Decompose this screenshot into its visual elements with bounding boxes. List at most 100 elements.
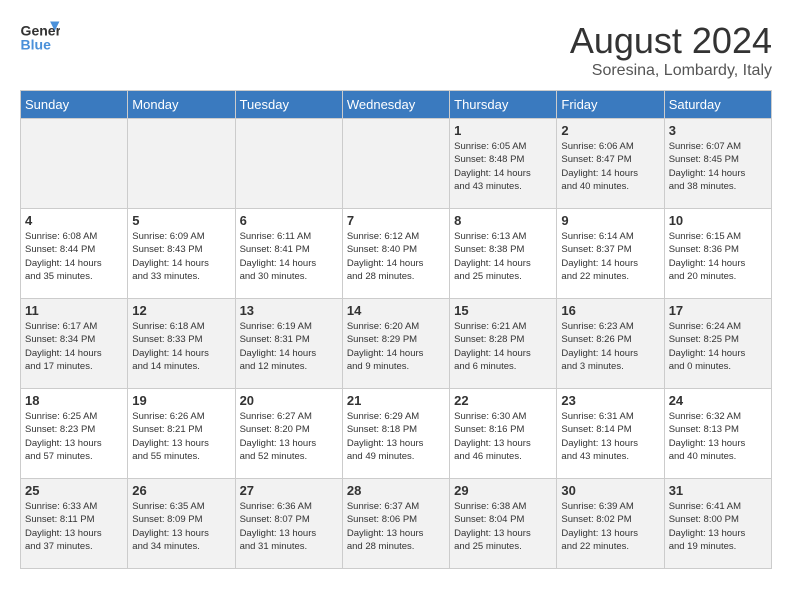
day-number: 20 bbox=[240, 393, 338, 408]
calendar-cell: 17Sunrise: 6:24 AM Sunset: 8:25 PM Dayli… bbox=[664, 299, 771, 389]
calendar-cell: 28 Sunrise: 6:37 AM Sunset: 8:06 PM Dayli… bbox=[342, 479, 449, 569]
day-number: 31 bbox=[669, 483, 767, 498]
day-number: 19 bbox=[132, 393, 230, 408]
day-number: 1 bbox=[454, 123, 552, 138]
day-info: Sunrise: 6:35 AM Sunset: 8:09 PM Dayligh… bbox=[132, 500, 230, 553]
weekday-header-wednesday: Wednesday bbox=[342, 91, 449, 119]
day-info: Sunrise: 6:41 AM Sunset: 8:00 PM Dayligh… bbox=[669, 500, 767, 553]
day-info: Sunrise: 6:06 AM Sunset: 8:47 PM Dayligh… bbox=[561, 140, 659, 193]
day-number: 7 bbox=[347, 213, 445, 228]
calendar-cell: 29 Sunrise: 6:38 AM Sunset: 8:04 PM Dayli… bbox=[450, 479, 557, 569]
calendar-cell: 31 Sunrise: 6:41 AM Sunset: 8:00 PM Dayli… bbox=[664, 479, 771, 569]
calendar-cell: 25Sunrise: 6:33 AM Sunset: 8:11 PM Dayli… bbox=[21, 479, 128, 569]
calendar-week-row: 18 Sunrise: 6:25 AM Sunset: 8:23 PM Dayli… bbox=[21, 389, 772, 479]
day-info: Sunrise: 6:20 AM Sunset: 8:29 PM Dayligh… bbox=[347, 320, 445, 373]
calendar-cell: 3 Sunrise: 6:07 AM Sunset: 8:45 PM Daylig… bbox=[664, 119, 771, 209]
day-number: 3 bbox=[669, 123, 767, 138]
calendar-cell: 18 Sunrise: 6:25 AM Sunset: 8:23 PM Dayli… bbox=[21, 389, 128, 479]
day-number: 26 bbox=[132, 483, 230, 498]
day-number: 24 bbox=[669, 393, 767, 408]
day-info: Sunrise: 6:11 AM Sunset: 8:41 PM Dayligh… bbox=[240, 230, 338, 283]
calendar-cell: 11 Sunrise: 6:17 AM Sunset: 8:34 PM Dayli… bbox=[21, 299, 128, 389]
day-number: 8 bbox=[454, 213, 552, 228]
calendar-cell: 2 Sunrise: 6:06 AM Sunset: 8:47 PM Daylig… bbox=[557, 119, 664, 209]
calendar-cell: 14 Sunrise: 6:20 AM Sunset: 8:29 PM Dayli… bbox=[342, 299, 449, 389]
calendar-cell: 20Sunrise: 6:27 AM Sunset: 8:20 PM Dayli… bbox=[235, 389, 342, 479]
day-number: 17 bbox=[669, 303, 767, 318]
calendar-cell: 24 Sunrise: 6:32 AM Sunset: 8:13 PM Dayli… bbox=[664, 389, 771, 479]
calendar-cell: 22 Sunrise: 6:30 AM Sunset: 8:16 PM Dayli… bbox=[450, 389, 557, 479]
calendar-cell: 26 Sunrise: 6:35 AM Sunset: 8:09 PM Dayli… bbox=[128, 479, 235, 569]
day-number: 11 bbox=[25, 303, 123, 318]
calendar-table: SundayMondayTuesdayWednesdayThursdayFrid… bbox=[20, 90, 772, 569]
calendar-week-row: 11 Sunrise: 6:17 AM Sunset: 8:34 PM Dayli… bbox=[21, 299, 772, 389]
calendar-week-row: 4 Sunrise: 6:08 AM Sunset: 8:44 PM Daylig… bbox=[21, 209, 772, 299]
calendar-title: August 2024 bbox=[570, 20, 772, 62]
day-info: Sunrise: 6:31 AM Sunset: 8:14 PM Dayligh… bbox=[561, 410, 659, 463]
day-info: Sunrise: 6:15 AM Sunset: 8:36 PM Dayligh… bbox=[669, 230, 767, 283]
calendar-cell: 27Sunrise: 6:36 AM Sunset: 8:07 PM Dayli… bbox=[235, 479, 342, 569]
calendar-cell: 16 Sunrise: 6:23 AM Sunset: 8:26 PM Dayli… bbox=[557, 299, 664, 389]
calendar-cell: 10 Sunrise: 6:15 AM Sunset: 8:36 PM Dayli… bbox=[664, 209, 771, 299]
calendar-cell: 23 Sunrise: 6:31 AM Sunset: 8:14 PM Dayli… bbox=[557, 389, 664, 479]
day-info: Sunrise: 6:38 AM Sunset: 8:04 PM Dayligh… bbox=[454, 500, 552, 553]
day-number: 13 bbox=[240, 303, 338, 318]
weekday-header-friday: Friday bbox=[557, 91, 664, 119]
day-info: Sunrise: 6:13 AM Sunset: 8:38 PM Dayligh… bbox=[454, 230, 552, 283]
weekday-header-monday: Monday bbox=[128, 91, 235, 119]
weekday-header-thursday: Thursday bbox=[450, 91, 557, 119]
calendar-cell: 5 Sunrise: 6:09 AM Sunset: 8:43 PM Daylig… bbox=[128, 209, 235, 299]
svg-text:Blue: Blue bbox=[21, 37, 52, 53]
calendar-subtitle: Soresina, Lombardy, Italy bbox=[570, 62, 772, 80]
day-info: Sunrise: 6:25 AM Sunset: 8:23 PM Dayligh… bbox=[25, 410, 123, 463]
day-number: 22 bbox=[454, 393, 552, 408]
title-block: August 2024 Soresina, Lombardy, Italy bbox=[570, 20, 772, 80]
calendar-cell: 12Sunrise: 6:18 AM Sunset: 8:33 PM Dayli… bbox=[128, 299, 235, 389]
calendar-cell: 4 Sunrise: 6:08 AM Sunset: 8:44 PM Daylig… bbox=[21, 209, 128, 299]
calendar-cell: 13 Sunrise: 6:19 AM Sunset: 8:31 PM Dayli… bbox=[235, 299, 342, 389]
day-info: Sunrise: 6:36 AM Sunset: 8:07 PM Dayligh… bbox=[240, 500, 338, 553]
day-info: Sunrise: 6:23 AM Sunset: 8:26 PM Dayligh… bbox=[561, 320, 659, 373]
day-number: 14 bbox=[347, 303, 445, 318]
day-info: Sunrise: 6:19 AM Sunset: 8:31 PM Dayligh… bbox=[240, 320, 338, 373]
calendar-cell bbox=[21, 119, 128, 209]
day-info: Sunrise: 6:21 AM Sunset: 8:28 PM Dayligh… bbox=[454, 320, 552, 373]
day-number: 10 bbox=[669, 213, 767, 228]
day-number: 28 bbox=[347, 483, 445, 498]
calendar-cell: 7Sunrise: 6:12 AM Sunset: 8:40 PM Daylig… bbox=[342, 209, 449, 299]
weekday-header-tuesday: Tuesday bbox=[235, 91, 342, 119]
calendar-cell: 15 Sunrise: 6:21 AM Sunset: 8:28 PM Dayli… bbox=[450, 299, 557, 389]
calendar-week-row: 1Sunrise: 6:05 AM Sunset: 8:48 PM Daylig… bbox=[21, 119, 772, 209]
day-number: 15 bbox=[454, 303, 552, 318]
weekday-header-row: SundayMondayTuesdayWednesdayThursdayFrid… bbox=[21, 91, 772, 119]
day-number: 23 bbox=[561, 393, 659, 408]
day-info: Sunrise: 6:08 AM Sunset: 8:44 PM Dayligh… bbox=[25, 230, 123, 283]
calendar-cell: 30 Sunrise: 6:39 AM Sunset: 8:02 PM Dayli… bbox=[557, 479, 664, 569]
calendar-cell bbox=[235, 119, 342, 209]
day-number: 2 bbox=[561, 123, 659, 138]
day-info: Sunrise: 6:37 AM Sunset: 8:06 PM Dayligh… bbox=[347, 500, 445, 553]
calendar-cell: 8 Sunrise: 6:13 AM Sunset: 8:38 PM Daylig… bbox=[450, 209, 557, 299]
day-info: Sunrise: 6:14 AM Sunset: 8:37 PM Dayligh… bbox=[561, 230, 659, 283]
day-number: 12 bbox=[132, 303, 230, 318]
logo-icon: General Blue bbox=[20, 20, 60, 55]
weekday-header-saturday: Saturday bbox=[664, 91, 771, 119]
day-number: 9 bbox=[561, 213, 659, 228]
day-info: Sunrise: 6:17 AM Sunset: 8:34 PM Dayligh… bbox=[25, 320, 123, 373]
calendar-week-row: 25Sunrise: 6:33 AM Sunset: 8:11 PM Dayli… bbox=[21, 479, 772, 569]
day-info: Sunrise: 6:09 AM Sunset: 8:43 PM Dayligh… bbox=[132, 230, 230, 283]
day-info: Sunrise: 6:30 AM Sunset: 8:16 PM Dayligh… bbox=[454, 410, 552, 463]
day-number: 18 bbox=[25, 393, 123, 408]
day-info: Sunrise: 6:29 AM Sunset: 8:18 PM Dayligh… bbox=[347, 410, 445, 463]
day-number: 29 bbox=[454, 483, 552, 498]
day-info: Sunrise: 6:32 AM Sunset: 8:13 PM Dayligh… bbox=[669, 410, 767, 463]
day-info: Sunrise: 6:07 AM Sunset: 8:45 PM Dayligh… bbox=[669, 140, 767, 193]
day-number: 16 bbox=[561, 303, 659, 318]
day-number: 25 bbox=[25, 483, 123, 498]
day-number: 4 bbox=[25, 213, 123, 228]
day-info: Sunrise: 6:39 AM Sunset: 8:02 PM Dayligh… bbox=[561, 500, 659, 553]
day-info: Sunrise: 6:26 AM Sunset: 8:21 PM Dayligh… bbox=[132, 410, 230, 463]
calendar-cell: 9 Sunrise: 6:14 AM Sunset: 8:37 PM Daylig… bbox=[557, 209, 664, 299]
day-number: 5 bbox=[132, 213, 230, 228]
day-number: 30 bbox=[561, 483, 659, 498]
